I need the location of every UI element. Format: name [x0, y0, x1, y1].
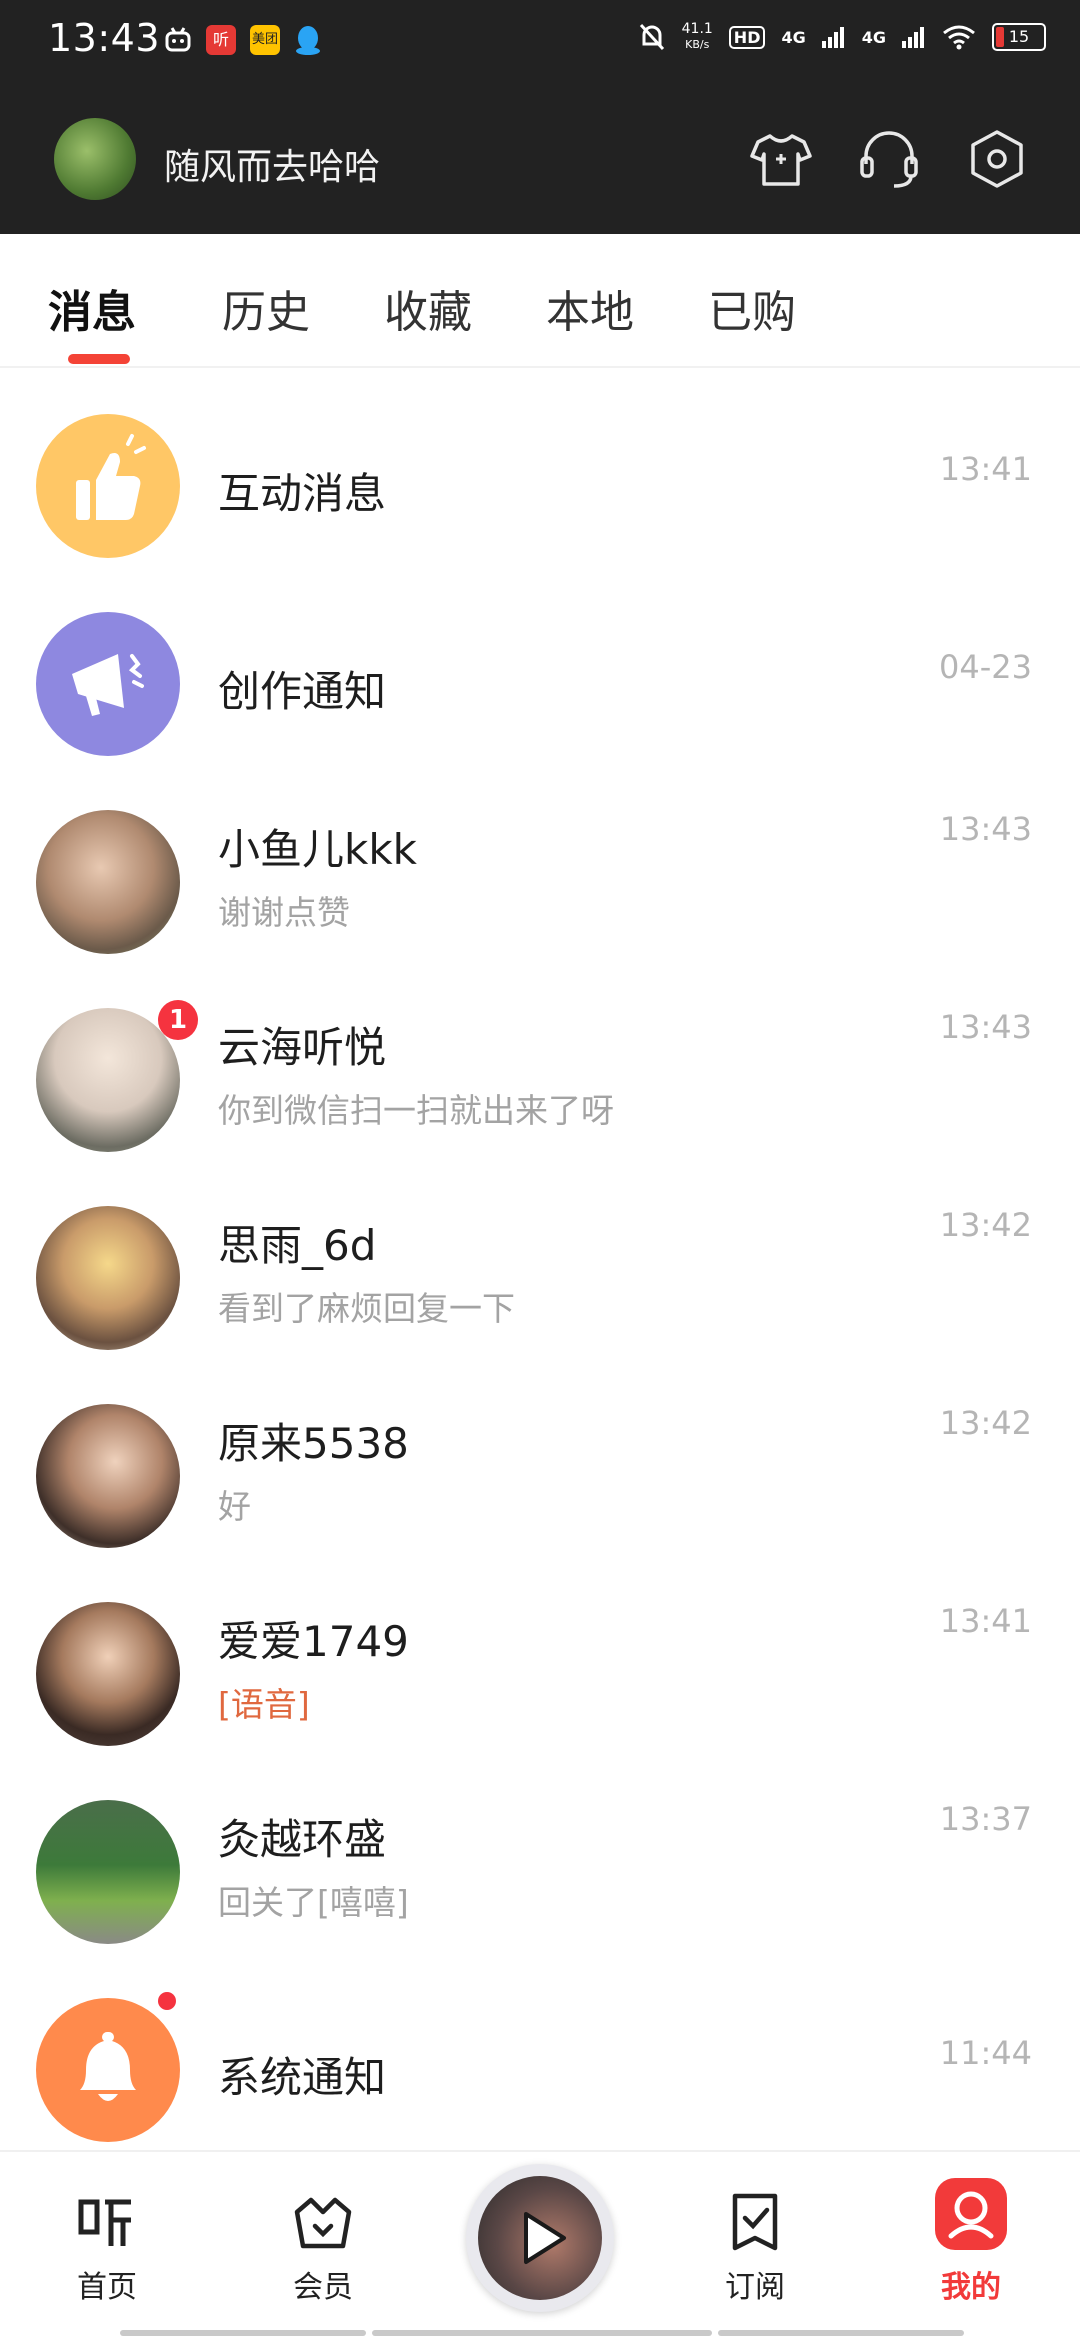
username[interactable]: 随风而去哈哈: [164, 138, 380, 190]
nav-subscribe[interactable]: 订阅: [680, 2192, 830, 2306]
message-time: 13:42: [939, 1206, 1032, 1244]
now-playing-button[interactable]: [466, 2164, 614, 2312]
list-item[interactable]: 互动消息 13:41: [0, 366, 1080, 564]
list-item[interactable]: 思雨_6d 看到了麻烦回复一下 13:42: [0, 1158, 1080, 1356]
battery-indicator: 15: [992, 23, 1046, 51]
tab-history[interactable]: 历史: [222, 276, 310, 340]
tab-local[interactable]: 本地: [546, 276, 634, 340]
unread-badge: 1: [158, 1000, 198, 1040]
wifi-icon: [943, 25, 975, 50]
message-name: 爱爱1749: [218, 1617, 409, 1666]
signal-bars-icon: [821, 27, 844, 48]
list-item[interactable]: 创作通知 04-23: [0, 564, 1080, 762]
tab-messages[interactable]: 消息: [48, 276, 136, 340]
unread-dot: [158, 1992, 176, 2010]
status-bar: 13:43 听 美团 41.1 KB/s HD 4G 4G 15: [0, 0, 1080, 84]
megaphone-icon: [36, 612, 180, 756]
gesture-bar: [372, 2330, 712, 2336]
ting-logo-icon: [78, 2199, 131, 2246]
signal-4g-1: 4G: [781, 27, 806, 47]
user-avatar: [36, 1008, 180, 1152]
bilibili-icon: [165, 27, 191, 52]
signal-4g-2: 4G: [861, 27, 886, 47]
message-time: 13:41: [939, 450, 1032, 488]
system-icons: 41.1 KB/s HD 4G 4G 15: [638, 22, 1046, 52]
user-avatar: [36, 1206, 180, 1350]
message-time: 13:43: [939, 810, 1032, 848]
message-preview: 回关了[嘻嘻]: [218, 1883, 409, 1922]
headset-icon[interactable]: [854, 124, 924, 194]
user-avatar: [36, 1800, 180, 1944]
message-preview: 好: [218, 1487, 251, 1526]
net-speed-value: 41.1: [681, 21, 713, 37]
bell-icon: [36, 1998, 180, 2142]
nav-mine[interactable]: 我的: [896, 2178, 1046, 2306]
nav-vip[interactable]: 会员: [248, 2192, 398, 2306]
mute-icon: [639, 23, 664, 51]
ting-app-icon: 听: [206, 25, 236, 55]
message-time: 04-23: [939, 648, 1032, 686]
meituan-icon: 美团: [250, 25, 280, 55]
user-avatar: [36, 810, 180, 954]
user-avatar[interactable]: [54, 118, 136, 200]
message-name: 系统通知: [218, 2053, 387, 2102]
message-time: 13:42: [939, 1404, 1032, 1442]
subscribe-icon: [732, 2193, 778, 2251]
message-name: 小鱼儿kkk: [218, 825, 417, 874]
app-header: 随风而去哈哈: [0, 110, 1080, 210]
message-name: 思雨_6d: [218, 1221, 377, 1270]
list-item[interactable]: 系统通知 11:44: [0, 1950, 1080, 2148]
list-item[interactable]: 小鱼儿kkk 谢谢点赞 13:43: [0, 762, 1080, 960]
nav-home[interactable]: 首页: [32, 2192, 182, 2306]
tab-bar: 消息 历史 收藏 本地 已购: [0, 234, 1080, 368]
message-preview: 你到微信扫一扫就出来了呀: [218, 1091, 614, 1130]
net-speed-unit: KB/s: [685, 38, 710, 51]
message-time: 13:37: [939, 1800, 1032, 1838]
tab-purchased[interactable]: 已购: [708, 276, 796, 340]
tab-favorites[interactable]: 收藏: [384, 276, 472, 340]
settings-icon[interactable]: [962, 124, 1032, 194]
net-speed: 41.1 KB/s: [682, 22, 713, 52]
user-avatar: [36, 1404, 180, 1548]
notification-icons: 听 美团: [164, 24, 322, 56]
list-item[interactable]: 原来5538 好 13:42: [0, 1356, 1080, 1554]
status-time: 13:43: [48, 16, 161, 60]
message-time: 13:41: [939, 1602, 1032, 1640]
nav-label-subscribe: 订阅: [725, 2270, 785, 2305]
like-icon: [36, 414, 180, 558]
gesture-bar: [718, 2330, 964, 2336]
message-preview: 看到了麻烦回复一下: [218, 1289, 515, 1328]
profile-icon: [935, 2178, 1007, 2250]
message-time: 13:43: [939, 1008, 1032, 1046]
user-avatar: [36, 1602, 180, 1746]
nav-label-home: 首页: [77, 2270, 137, 2305]
message-time: 11:44: [939, 2034, 1032, 2072]
qq-icon: [296, 26, 320, 55]
hd-badge: HD: [728, 25, 766, 49]
gesture-bar: [120, 2330, 366, 2336]
list-item[interactable]: 1 云海听悦 你到微信扫一扫就出来了呀 13:43: [0, 960, 1080, 1158]
list-item[interactable]: 爱爱1749 [语音] 13:41: [0, 1554, 1080, 1752]
tshirt-icon[interactable]: [746, 124, 816, 194]
message-preview: 谢谢点赞: [218, 893, 350, 932]
top-bar: 13:43 听 美团 41.1 KB/s HD 4G 4G 15 随风而去哈哈: [0, 0, 1080, 234]
message-name: 原来5538: [218, 1419, 409, 1468]
nav-label-mine: 我的: [941, 2270, 1001, 2305]
message-name: 云海听悦: [218, 1023, 387, 1072]
message-name: 创作通知: [218, 667, 387, 716]
play-icon: [524, 2212, 566, 2264]
bottom-nav: 首页 会员 订阅 我的: [0, 2150, 1080, 2342]
message-preview: [语音]: [218, 1685, 310, 1724]
signal-bars-icon-2: [902, 27, 924, 48]
message-name: 互动消息: [218, 469, 387, 518]
nav-label-vip: 会员: [293, 2270, 353, 2305]
list-item[interactable]: 灸越环盛 回关了[嘻嘻] 13:37: [0, 1752, 1080, 1950]
basket-icon: [294, 2197, 352, 2249]
message-name: 灸越环盛: [218, 1815, 387, 1864]
tab-indicator: [68, 354, 130, 364]
